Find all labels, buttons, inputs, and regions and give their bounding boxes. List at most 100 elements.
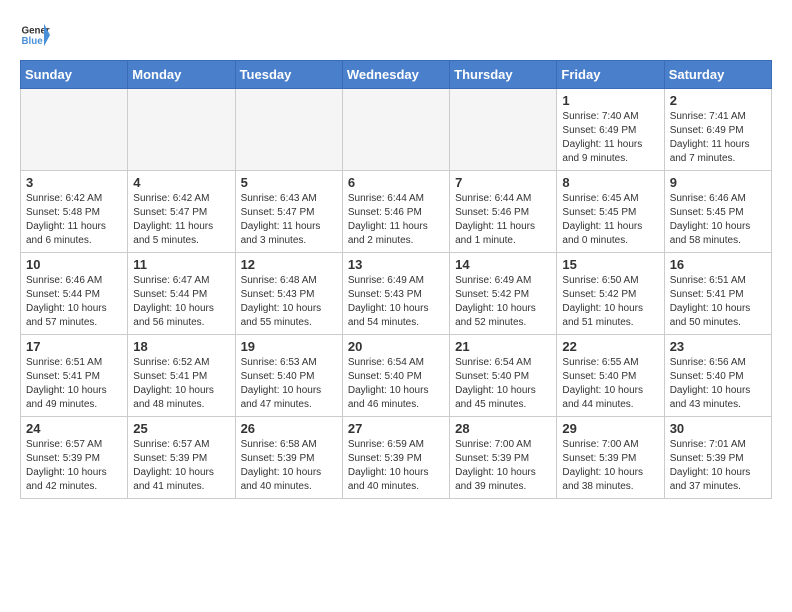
day-info: Sunrise: 7:41 AM Sunset: 6:49 PM Dayligh… [670,110,766,166]
day-number: 9 [670,175,766,190]
calendar-cell: 26 Sunrise: 6:58 AM Sunset: 5:39 PM Dayli… [235,417,342,499]
calendar-cell: 24 Sunrise: 6:57 AM Sunset: 5:39 PM Dayli… [21,417,128,499]
day-number: 18 [133,339,229,354]
day-number: 24 [26,421,122,436]
calendar-cell: 3Sunrise: 6:42 AM Sunset: 5:48 PM Daylig… [21,171,128,253]
day-info: Sunrise: 6:58 AM Sunset: 5:39 PM Dayligh… [241,438,337,494]
day-number: 20 [348,339,444,354]
day-number: 29 [562,421,658,436]
day-info: Sunrise: 7:00 AM Sunset: 5:39 PM Dayligh… [455,438,551,494]
day-number: 16 [670,257,766,272]
weekday-header-row: SundayMondayTuesdayWednesdayThursdayFrid… [21,61,772,89]
day-info: Sunrise: 6:47 AM Sunset: 5:44 PM Dayligh… [133,274,229,330]
day-number: 2 [670,93,766,108]
calendar-cell: 8Sunrise: 6:45 AM Sunset: 5:45 PM Daylig… [557,171,664,253]
calendar-cell: 14 Sunrise: 6:49 AM Sunset: 5:42 PM Dayli… [450,253,557,335]
day-number: 21 [455,339,551,354]
calendar-cell: 23 Sunrise: 6:56 AM Sunset: 5:40 PM Dayli… [664,335,771,417]
day-info: Sunrise: 6:56 AM Sunset: 5:40 PM Dayligh… [670,356,766,412]
weekday-header-thursday: Thursday [450,61,557,89]
calendar-cell: 22 Sunrise: 6:55 AM Sunset: 5:40 PM Dayli… [557,335,664,417]
calendar-cell: 16 Sunrise: 6:51 AM Sunset: 5:41 PM Dayli… [664,253,771,335]
calendar-cell: 4 Sunrise: 6:42 AM Sunset: 5:47 PM Daylig… [128,171,235,253]
day-info: Sunrise: 6:51 AM Sunset: 5:41 PM Dayligh… [26,356,122,412]
day-info: Sunrise: 6:42 AM Sunset: 5:47 PM Dayligh… [133,192,229,248]
page-header: General Blue [20,20,772,50]
day-number: 28 [455,421,551,436]
day-info: Sunrise: 6:49 AM Sunset: 5:42 PM Dayligh… [455,274,551,330]
day-number: 6 [348,175,444,190]
calendar-cell: 12Sunrise: 6:48 AM Sunset: 5:43 PM Dayli… [235,253,342,335]
day-number: 5 [241,175,337,190]
calendar-cell: 17Sunrise: 6:51 AM Sunset: 5:41 PM Dayli… [21,335,128,417]
calendar-cell: 27 Sunrise: 6:59 AM Sunset: 5:39 PM Dayli… [342,417,449,499]
day-info: Sunrise: 6:51 AM Sunset: 5:41 PM Dayligh… [670,274,766,330]
calendar-cell: 15Sunrise: 6:50 AM Sunset: 5:42 PM Dayli… [557,253,664,335]
day-number: 15 [562,257,658,272]
weekday-header-friday: Friday [557,61,664,89]
calendar-table: SundayMondayTuesdayWednesdayThursdayFrid… [20,60,772,499]
logo-icon: General Blue [20,20,50,50]
svg-text:Blue: Blue [22,36,44,47]
day-info: Sunrise: 6:44 AM Sunset: 5:46 PM Dayligh… [455,192,551,248]
day-number: 26 [241,421,337,436]
day-number: 19 [241,339,337,354]
day-info: Sunrise: 6:43 AM Sunset: 5:47 PM Dayligh… [241,192,337,248]
day-info: Sunrise: 6:54 AM Sunset: 5:40 PM Dayligh… [348,356,444,412]
day-number: 10 [26,257,122,272]
day-info: Sunrise: 6:53 AM Sunset: 5:40 PM Dayligh… [241,356,337,412]
calendar-week-2: 3Sunrise: 6:42 AM Sunset: 5:48 PM Daylig… [21,171,772,253]
calendar-cell [342,89,449,171]
calendar-cell: 9 Sunrise: 6:46 AM Sunset: 5:45 PM Daylig… [664,171,771,253]
day-info: Sunrise: 6:46 AM Sunset: 5:44 PM Dayligh… [26,274,122,330]
calendar-week-4: 17Sunrise: 6:51 AM Sunset: 5:41 PM Dayli… [21,335,772,417]
calendar-cell: 1 Sunrise: 7:40 AM Sunset: 6:49 PM Daylig… [557,89,664,171]
day-number: 4 [133,175,229,190]
day-info: Sunrise: 7:00 AM Sunset: 5:39 PM Dayligh… [562,438,658,494]
day-info: Sunrise: 6:54 AM Sunset: 5:40 PM Dayligh… [455,356,551,412]
day-info: Sunrise: 6:48 AM Sunset: 5:43 PM Dayligh… [241,274,337,330]
day-number: 11 [133,257,229,272]
weekday-header-sunday: Sunday [21,61,128,89]
calendar-cell: 21 Sunrise: 6:54 AM Sunset: 5:40 PM Dayli… [450,335,557,417]
day-info: Sunrise: 6:59 AM Sunset: 5:39 PM Dayligh… [348,438,444,494]
day-number: 22 [562,339,658,354]
calendar-cell: 20 Sunrise: 6:54 AM Sunset: 5:40 PM Dayli… [342,335,449,417]
day-number: 1 [562,93,658,108]
calendar-week-1: 1 Sunrise: 7:40 AM Sunset: 6:49 PM Daylig… [21,89,772,171]
calendar-cell: 18 Sunrise: 6:52 AM Sunset: 5:41 PM Dayli… [128,335,235,417]
day-number: 14 [455,257,551,272]
calendar-cell [450,89,557,171]
weekday-header-tuesday: Tuesday [235,61,342,89]
day-number: 25 [133,421,229,436]
calendar-cell: 5 Sunrise: 6:43 AM Sunset: 5:47 PM Daylig… [235,171,342,253]
calendar-cell [128,89,235,171]
calendar-week-5: 24 Sunrise: 6:57 AM Sunset: 5:39 PM Dayli… [21,417,772,499]
day-number: 30 [670,421,766,436]
calendar-cell: 10 Sunrise: 6:46 AM Sunset: 5:44 PM Dayli… [21,253,128,335]
weekday-header-monday: Monday [128,61,235,89]
day-info: Sunrise: 6:49 AM Sunset: 5:43 PM Dayligh… [348,274,444,330]
day-info: Sunrise: 6:57 AM Sunset: 5:39 PM Dayligh… [133,438,229,494]
day-info: Sunrise: 6:44 AM Sunset: 5:46 PM Dayligh… [348,192,444,248]
logo: General Blue [20,20,54,50]
day-info: Sunrise: 6:52 AM Sunset: 5:41 PM Dayligh… [133,356,229,412]
day-number: 23 [670,339,766,354]
day-info: Sunrise: 6:46 AM Sunset: 5:45 PM Dayligh… [670,192,766,248]
calendar-cell: 13 Sunrise: 6:49 AM Sunset: 5:43 PM Dayli… [342,253,449,335]
day-number: 27 [348,421,444,436]
day-info: Sunrise: 6:57 AM Sunset: 5:39 PM Dayligh… [26,438,122,494]
calendar-cell: 29 Sunrise: 7:00 AM Sunset: 5:39 PM Dayli… [557,417,664,499]
calendar-cell: 2 Sunrise: 7:41 AM Sunset: 6:49 PM Daylig… [664,89,771,171]
calendar-cell: 11 Sunrise: 6:47 AM Sunset: 5:44 PM Dayli… [128,253,235,335]
day-number: 13 [348,257,444,272]
weekday-header-wednesday: Wednesday [342,61,449,89]
calendar-cell [21,89,128,171]
calendar-cell: 28 Sunrise: 7:00 AM Sunset: 5:39 PM Dayli… [450,417,557,499]
calendar-cell: 7Sunrise: 6:44 AM Sunset: 5:46 PM Daylig… [450,171,557,253]
day-info: Sunrise: 6:42 AM Sunset: 5:48 PM Dayligh… [26,192,122,248]
day-info: Sunrise: 7:40 AM Sunset: 6:49 PM Dayligh… [562,110,658,166]
calendar-cell: 30Sunrise: 7:01 AM Sunset: 5:39 PM Dayli… [664,417,771,499]
day-info: Sunrise: 6:55 AM Sunset: 5:40 PM Dayligh… [562,356,658,412]
calendar-cell [235,89,342,171]
